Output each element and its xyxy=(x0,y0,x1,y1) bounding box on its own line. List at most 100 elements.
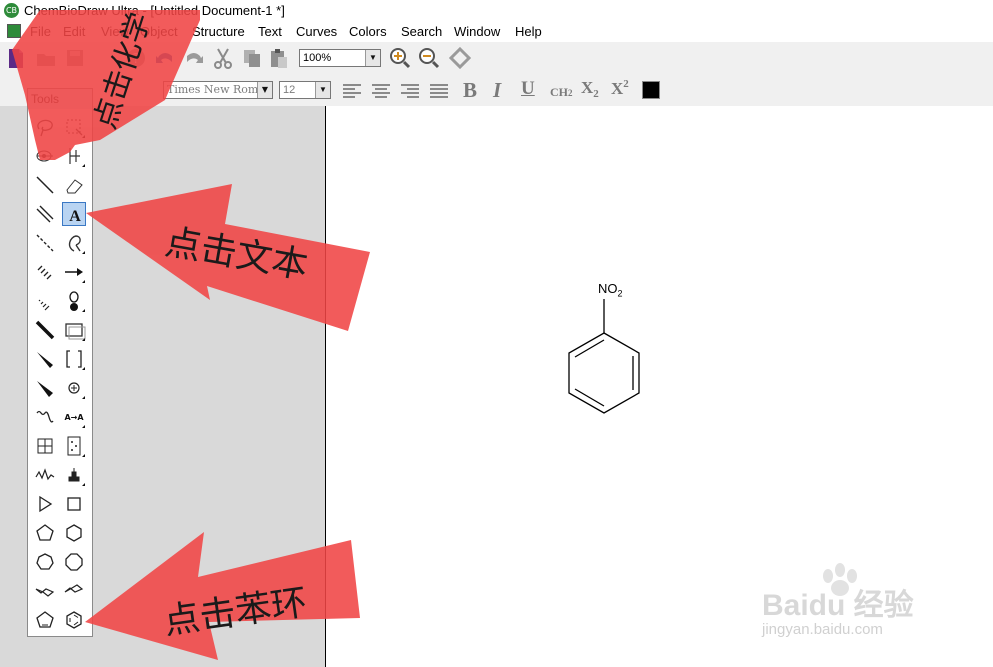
cut-icon[interactable] xyxy=(212,47,234,69)
menu-text[interactable]: Text xyxy=(258,24,282,39)
acyclic-chain-tool-button[interactable] xyxy=(33,492,57,516)
cyclohexane-icon xyxy=(66,524,82,542)
cycloheptane-tool-button[interactable] xyxy=(33,550,57,574)
tlc-plate-icon xyxy=(67,436,85,457)
structure-perspective-tool-button[interactable] xyxy=(33,144,57,168)
mass-fragmentation-tool-button[interactable] xyxy=(62,144,86,168)
template-tool-button[interactable] xyxy=(62,463,86,487)
hollow-wedge-bond-tool-button[interactable] xyxy=(33,376,57,400)
underline-button[interactable]: U xyxy=(521,78,535,100)
hashed-bond-tool-button[interactable] xyxy=(33,260,57,284)
lasso-icon xyxy=(37,119,53,137)
menu-help[interactable]: Help xyxy=(515,24,542,39)
hollow-wedge-bond-icon xyxy=(37,381,53,397)
bold-bond-tool-button[interactable] xyxy=(33,318,57,342)
mass-fragmentation-icon xyxy=(69,148,85,167)
wavy-bond-tool-button[interactable] xyxy=(33,405,57,429)
lasso-tool-button[interactable] xyxy=(33,115,57,139)
wedge-bond-tool-button[interactable] xyxy=(33,347,57,371)
hashed-wedge-bond-tool-button[interactable] xyxy=(33,289,57,313)
dashed-bond-icon xyxy=(36,234,54,252)
document-icon[interactable] xyxy=(7,24,21,38)
font-name-select[interactable]: Times New Roman ▼ xyxy=(163,81,273,99)
drawing-elements-icon xyxy=(65,323,86,341)
watermark-url: jingyan.baidu.com xyxy=(762,621,883,638)
watermark-brand: Baidu 经验 xyxy=(762,589,914,622)
cyclopentane-icon xyxy=(36,524,54,541)
nitro-group-label[interactable]: NO2 xyxy=(598,281,623,299)
arrow-icon xyxy=(65,268,85,283)
cyclopentane-tool-button[interactable] xyxy=(33,521,57,545)
tools-palette-title: Tools xyxy=(31,92,60,106)
undo-icon[interactable] xyxy=(154,47,176,69)
spectrum-tool-button[interactable] xyxy=(33,463,57,487)
formula-button[interactable]: CH2 xyxy=(550,85,573,100)
redo-icon[interactable] xyxy=(183,47,205,69)
svg-text:A→A: A→A xyxy=(64,413,84,422)
zoom-select[interactable]: 100% ▼ xyxy=(299,49,381,67)
cyclooctane-tool-button[interactable] xyxy=(62,550,86,574)
cycloheptane-icon xyxy=(36,553,54,570)
cyclohexane-tool-button[interactable] xyxy=(62,521,86,545)
multiple-bond-tool-button[interactable] xyxy=(33,202,57,226)
menu-search[interactable]: Search xyxy=(401,24,442,39)
zoom-in-icon[interactable] xyxy=(389,47,411,69)
menu-window[interactable]: Window xyxy=(454,24,500,39)
save-icon[interactable] xyxy=(64,47,86,69)
orbital-icon xyxy=(69,291,85,312)
table-icon xyxy=(37,438,53,454)
cyclopentadiene-icon xyxy=(36,611,54,628)
text-tool-button[interactable]: A xyxy=(62,202,86,226)
brackets-tool-button[interactable] xyxy=(62,347,86,371)
drawing-elements-tool-button[interactable] xyxy=(62,318,86,342)
nitro-label: NO xyxy=(598,281,618,296)
new-document-icon[interactable] xyxy=(5,47,27,69)
align-right-icon[interactable] xyxy=(399,80,421,102)
pen-icon xyxy=(68,235,85,254)
chevron-down-icon: ▼ xyxy=(365,50,380,66)
chemical-symbols-icon xyxy=(68,382,85,399)
justify-icon[interactable] xyxy=(428,80,450,102)
eraser-tool-button[interactable] xyxy=(62,173,86,197)
table-tool-button[interactable] xyxy=(33,434,57,458)
cyclopentadiene-tool-button[interactable] xyxy=(33,608,57,632)
font-size-select[interactable]: 12 ▼ xyxy=(279,81,331,99)
tlc-plate-tool-button[interactable] xyxy=(62,434,86,458)
query-tool-button[interactable]: A→A xyxy=(62,405,86,429)
cyclohexane-chair-1-tool-button[interactable] xyxy=(33,579,57,603)
align-left-icon[interactable] xyxy=(341,80,363,102)
dashed-bond-tool-button[interactable] xyxy=(33,231,57,255)
bold-bond-icon xyxy=(35,320,55,340)
menu-file[interactable]: File xyxy=(30,24,51,39)
app-logo-icon: CB xyxy=(4,3,19,18)
rectangle-tool-button[interactable] xyxy=(62,492,86,516)
benzene-tool-button[interactable] xyxy=(62,608,86,632)
zoom-out-icon[interactable] xyxy=(418,47,440,69)
wedge-bond-icon xyxy=(37,352,53,368)
show-all-icon[interactable] xyxy=(448,46,472,70)
orbital-tool-button[interactable] xyxy=(62,289,86,313)
open-icon[interactable] xyxy=(35,47,57,69)
zoom-value: 100% xyxy=(303,52,332,64)
eraser-icon xyxy=(66,179,83,194)
copy-icon[interactable] xyxy=(241,47,263,69)
bold-button[interactable]: B xyxy=(463,78,477,103)
menu-curves[interactable]: Curves xyxy=(296,24,337,39)
align-center-icon[interactable] xyxy=(370,80,392,102)
paste-icon[interactable] xyxy=(268,47,290,69)
chemical-symbols-tool-button[interactable] xyxy=(62,376,86,400)
subscript-button[interactable]: X2 xyxy=(581,78,599,100)
superscript-button[interactable]: X2 xyxy=(611,78,629,99)
query-icon: A→A xyxy=(64,413,85,428)
arrow-tool-button[interactable] xyxy=(62,260,86,284)
solid-bond-tool-button[interactable] xyxy=(33,173,57,197)
nitro-subscript: 2 xyxy=(617,288,623,299)
pen-tool-button[interactable] xyxy=(62,231,86,255)
svg-text:A: A xyxy=(69,208,81,225)
menu-structure[interactable]: Structure xyxy=(192,24,245,39)
menu-edit[interactable]: Edit xyxy=(63,24,85,39)
text-color-swatch[interactable] xyxy=(642,81,660,99)
menu-colors[interactable]: Colors xyxy=(349,24,387,39)
italic-button[interactable]: I xyxy=(493,78,501,103)
cyclohexane-chair-2-tool-button[interactable] xyxy=(62,579,86,603)
